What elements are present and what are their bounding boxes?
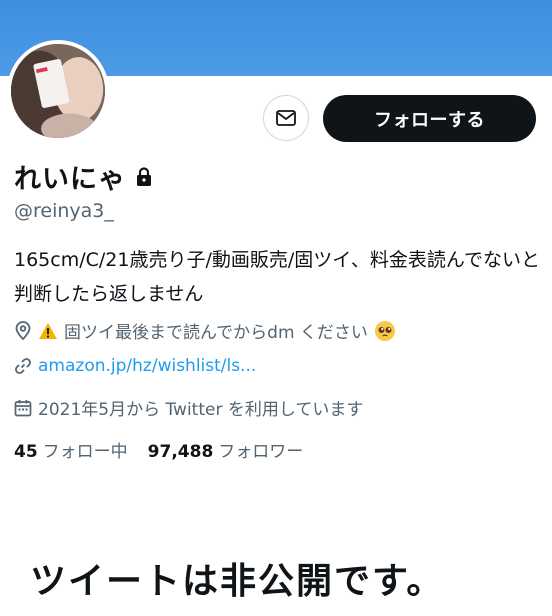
following-link[interactable]: 45 フォロー中 [14,437,128,462]
following-count: 45 [14,442,38,462]
avatar[interactable] [7,40,109,142]
profile-joined: 2021年5月から Twitter を利用しています [14,395,363,420]
followers-link[interactable]: 97,488 フォロワー [148,437,304,462]
protected-tweets-caption: ツイートは非公開です。 [30,561,445,602]
website-link[interactable]: amazon.jp/hz/wishlist/ls... [38,356,256,376]
message-button[interactable] [263,95,309,141]
pleading-face-icon [374,320,395,341]
display-name: れいにゃ [14,164,126,195]
joined-text: 2021年5月から Twitter を利用しています [38,400,364,420]
location-pin-icon [15,320,31,340]
profile-bio: 165cm/C/21歳売り子/動画販売/固ツイ、料金表読んでないと判断したら返し… [14,249,540,305]
follow-button[interactable]: フォローする [323,95,536,142]
warning-icon [39,322,57,339]
envelope-icon [276,110,296,126]
avatar-photo [11,44,105,138]
followers-label: フォロワー [218,442,304,462]
calendar-icon [14,399,32,416]
profile-website[interactable]: amazon.jp/hz/wishlist/ls... [14,356,256,376]
profile-location: 固ツイ最後まで読んでからdm ください [14,318,396,343]
user-handle: @reinya3_ [14,200,114,222]
location-text: 固ツイ最後まで読んでからdm ください [64,323,368,343]
link-icon [15,358,31,374]
lock-icon [137,166,151,186]
followers-count: 97,488 [147,442,214,462]
following-label: フォロー中 [42,442,128,462]
